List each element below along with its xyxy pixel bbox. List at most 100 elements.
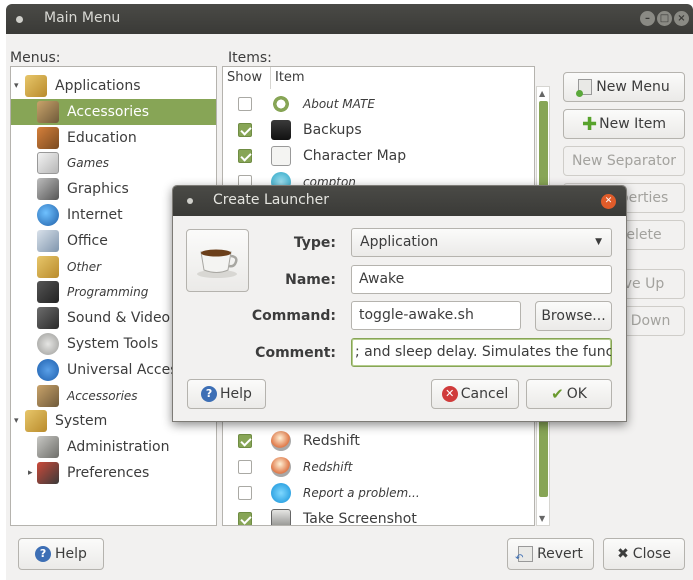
command-label: Command: xyxy=(251,308,336,324)
menu-tree-item[interactable]: Games xyxy=(11,150,216,176)
menu-tree-item[interactable]: Education xyxy=(11,125,216,151)
menu-tree-label: Sound & Video xyxy=(67,310,171,327)
menu-tree-label: Programming xyxy=(67,285,149,300)
launcher-icon-button[interactable] xyxy=(186,229,249,292)
cancel-label: Cancel xyxy=(460,386,509,402)
ok-label: OK xyxy=(566,386,587,402)
comment-field[interactable]: ; and sleep delay. Simulates the func xyxy=(351,338,612,367)
menu-tree-label: Universal Access xyxy=(67,361,185,378)
minimize-icon[interactable]: – xyxy=(640,11,655,26)
menu-tree-item[interactable]: Accessories xyxy=(11,98,216,125)
character-map-icon xyxy=(271,146,291,166)
expander-down-icon[interactable]: ▾ xyxy=(14,81,19,91)
item-row[interactable]: Redshift xyxy=(223,428,534,454)
window-title: Main Menu xyxy=(44,10,121,26)
window-titlebar[interactable]: Main Menu – □ × xyxy=(6,4,693,34)
programming-icon xyxy=(37,281,59,304)
office-icon xyxy=(37,229,59,252)
dialog-close-icon[interactable]: ✕ xyxy=(601,194,616,209)
show-checkbox[interactable] xyxy=(238,123,252,137)
screenshot-icon xyxy=(271,509,291,525)
help-icon: ? xyxy=(201,386,218,402)
item-label: Character Map xyxy=(303,148,407,164)
accessories-icon xyxy=(37,100,59,123)
show-checkbox[interactable] xyxy=(238,434,252,448)
item-row[interactable]: Take Screenshot xyxy=(223,506,534,526)
close-x-icon: ✖ xyxy=(617,546,629,562)
close-label: Close xyxy=(632,546,671,562)
menu-tree-label: Administration xyxy=(67,439,170,456)
other-icon xyxy=(37,255,59,278)
preferences-icon xyxy=(37,462,59,484)
menu-tree-item[interactable]: ▾ Applications xyxy=(11,73,216,99)
item-label: Take Screenshot xyxy=(303,511,417,526)
item-row[interactable]: Backups xyxy=(223,117,534,143)
accessories-icon xyxy=(37,384,59,407)
new-menu-icon xyxy=(576,79,593,97)
new-item-button[interactable]: ✚ New Item xyxy=(563,109,685,139)
command-field[interactable]: toggle-awake.sh xyxy=(351,301,521,330)
revert-icon: ↶ xyxy=(515,546,534,564)
dialog-menu-icon[interactable] xyxy=(187,198,193,204)
window-menu-icon[interactable] xyxy=(16,16,23,23)
item-label: Backups xyxy=(303,122,362,138)
expander-right-icon[interactable]: ▸ xyxy=(28,468,33,478)
show-checkbox[interactable] xyxy=(238,460,252,474)
plus-icon: ✚ xyxy=(582,113,598,135)
menu-tree-label: Graphics xyxy=(67,181,129,198)
type-value: Application xyxy=(360,234,439,250)
revert-button[interactable]: ↶ Revert xyxy=(507,538,594,570)
menu-tree-label: Accessories xyxy=(67,388,138,403)
education-icon xyxy=(37,126,59,149)
show-checkbox[interactable] xyxy=(238,486,252,500)
show-checkbox[interactable] xyxy=(238,512,252,525)
column-show[interactable]: Show xyxy=(223,67,271,89)
menu-tree-label: Other xyxy=(67,259,102,274)
dialog-help-button[interactable]: ? Help xyxy=(187,379,266,409)
item-label: Redshift xyxy=(303,433,360,449)
name-label: Name: xyxy=(285,272,336,288)
menu-tree-label: Applications xyxy=(55,78,141,94)
system-tools-icon xyxy=(37,333,59,355)
new-separator-button[interactable]: New Separator xyxy=(563,146,685,176)
cancel-button[interactable]: ✕ Cancel xyxy=(431,379,519,409)
maximize-icon[interactable]: □ xyxy=(657,11,672,26)
close-icon[interactable]: × xyxy=(674,11,689,26)
item-label: About MATE xyxy=(303,97,375,111)
menus-label: Menus: xyxy=(10,50,61,66)
show-checkbox[interactable] xyxy=(238,97,252,111)
expander-down-icon[interactable]: ▾ xyxy=(14,416,19,426)
item-row[interactable]: Report a problem... xyxy=(223,480,534,506)
dialog-help-label: Help xyxy=(220,386,252,402)
sound-video-icon xyxy=(37,307,59,330)
new-menu-label: New Menu xyxy=(596,79,670,95)
help-icon: ? xyxy=(35,546,52,562)
new-menu-button[interactable]: New Menu xyxy=(563,72,685,102)
menu-tree-label: Education xyxy=(67,129,137,146)
new-separator-label: New Separator xyxy=(571,153,677,169)
name-field[interactable]: Awake xyxy=(351,265,612,294)
system-folder-icon xyxy=(25,410,47,433)
ok-button[interactable]: ✔ OK xyxy=(526,379,612,409)
dialog-titlebar[interactable]: Create Launcher ✕ xyxy=(173,186,626,216)
universal-access-icon xyxy=(37,358,59,381)
column-item[interactable]: Item xyxy=(271,67,534,89)
help-button[interactable]: ? Help xyxy=(18,538,104,570)
menu-tree-item[interactable]: ▸ Preferences xyxy=(11,460,216,486)
scroll-down-icon[interactable]: ▼ xyxy=(539,514,545,523)
applications-folder-icon xyxy=(25,75,47,97)
menu-tree-item[interactable]: Administration xyxy=(11,434,216,460)
internet-icon xyxy=(37,204,59,226)
item-row[interactable]: Character Map xyxy=(223,143,534,169)
close-button[interactable]: ✖ Close xyxy=(603,538,685,570)
administration-icon xyxy=(37,436,59,459)
backups-icon xyxy=(271,120,291,140)
show-checkbox[interactable] xyxy=(238,149,252,163)
item-row[interactable]: Redshift xyxy=(223,454,534,480)
comment-label: Comment: xyxy=(255,345,336,361)
item-row[interactable]: About MATE xyxy=(223,91,534,117)
type-combo[interactable]: Application ▼ xyxy=(351,228,612,257)
redshift-icon xyxy=(271,431,291,451)
browse-button[interactable]: Browse... xyxy=(535,301,612,331)
scroll-up-icon[interactable]: ▲ xyxy=(539,89,545,98)
